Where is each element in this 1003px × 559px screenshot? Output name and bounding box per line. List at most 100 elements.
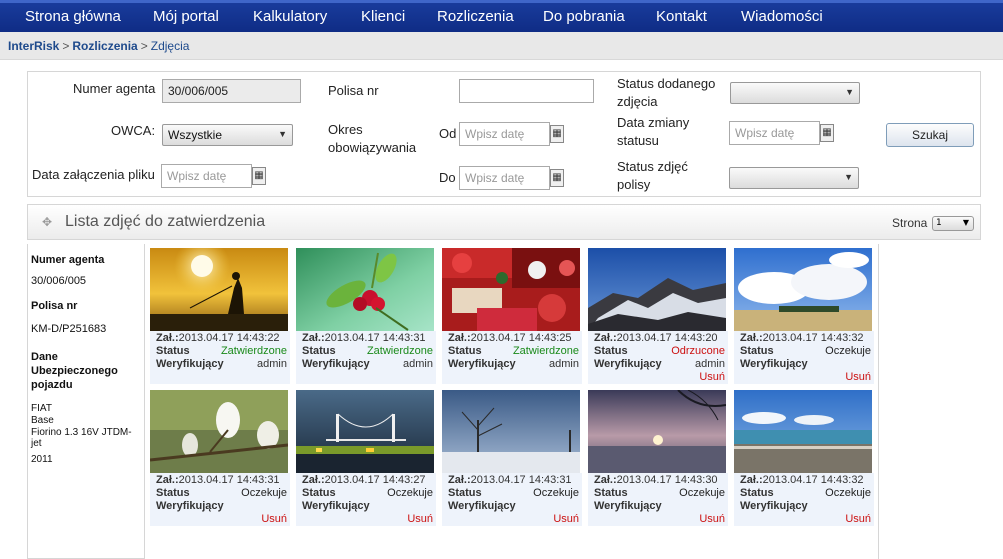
calendar-icon[interactable]: ▦ [252,167,266,185]
verifier-value: admin [549,358,579,370]
delete-link[interactable]: Usuń [699,371,725,384]
policy-photos-status-label: Status zdjęć polisy [617,159,688,192]
delete-link[interactable]: Usuń [407,513,433,526]
status-row: Status Oczekuje [594,487,728,500]
photo-meta: Zał.:2013.04.17 14:43:22 Status Zatwierdzo… [150,331,290,384]
breadcrumb-current: Zdjęcia [150,39,190,53]
photo-card[interactable]: Zał.:2013.04.17 14:43:20 Status Odrzucone W… [588,248,728,384]
nav-item-my-portal[interactable]: Mój portal [153,8,219,25]
verifier-label: Weryfikujący [740,358,808,370]
delete-link[interactable]: Usuń [261,513,287,526]
calendar-icon[interactable]: ▦ [550,125,564,143]
list-title: Lista zdjęć do zatwierdzenia [65,213,266,230]
status-row: Status Oczekuje [740,345,874,358]
delete-link[interactable]: Usuń [845,371,871,384]
delete-link[interactable]: Usuń [553,513,579,526]
list-bullet-icon: ✥ [42,215,53,229]
status-label: Status [302,487,336,499]
status-label: Status [740,487,774,499]
date-from-label: Od [439,126,457,141]
photo-thumbnail[interactable] [296,390,434,473]
vehicle-line: FIAT [31,403,52,414]
status-change-date-input[interactable]: Wpisz datę [729,121,820,145]
photo-thumbnail[interactable] [296,248,434,331]
photo-image [442,248,580,331]
verifier-label: Weryfikujący [302,358,370,370]
photo-card[interactable]: Zał.:2013.04.17 14:43:31 Status Oczekuje We… [150,390,290,526]
nav-item-messages[interactable]: Wiadomości [741,8,823,25]
list-header: ✥ Lista zdjęć do zatwierdzenia Strona 1 … [27,204,981,240]
status-row: Status Oczekuje [156,487,290,500]
added-label: Zał.: [594,332,617,344]
nav-item-calculators[interactable]: Kalkulatory [253,8,327,25]
added-label: Zał.: [156,474,179,486]
photo-card[interactable]: Zał.:2013.04.17 14:43:31 Status Zatwierdzo… [296,248,436,384]
verifier-label: Weryfikujący [740,500,808,512]
side-vehicle-label: Dane Ubezpieczonego pojazdu [31,351,118,391]
photo-image [150,248,288,331]
photo-card[interactable]: Zał.:2013.04.17 14:43:30 Status Oczekuje We… [588,390,728,526]
added-date: 2013.04.17 14:43:25 [470,332,572,344]
photo-thumbnail[interactable] [150,248,288,331]
calendar-icon[interactable]: ▦ [550,169,564,187]
verifier-row: Weryfikujący [740,500,874,513]
status-row: Status Oczekuje [448,487,582,500]
added-photo-status-select[interactable]: ▼ [730,82,860,104]
verifier-row: Weryfikujący [594,500,728,513]
filter-panel: Numer agenta 30/006/005 Polisa nr Status… [27,71,981,197]
delete-link[interactable]: Usuń [699,513,725,526]
date-from-input[interactable]: Wpisz datę [459,122,550,146]
policy-photos-status-select[interactable]: ▼ [729,167,859,189]
nav-item-contact[interactable]: Kontakt [656,8,707,25]
photo-thumbnail[interactable] [588,248,726,331]
delete-link[interactable]: Usuń [845,513,871,526]
photo-card[interactable]: Zał.:2013.04.17 14:43:27 Status Oczekuje We… [296,390,436,526]
nav-item-home[interactable]: Strona główna [25,8,121,25]
photo-card[interactable]: Zał.:2013.04.17 14:43:25 Status Zatwierdzo… [442,248,582,384]
photo-thumbnail[interactable] [588,390,726,473]
photo-card[interactable]: Zał.:2013.04.17 14:43:32 Status Oczekuje We… [734,248,874,384]
nav-item-settlements[interactable]: Rozliczenia [437,8,514,25]
nav-item-downloads[interactable]: Do pobrania [543,8,625,25]
photo-meta: Zał.:2013.04.17 14:43:30 Status Oczekuje We… [588,473,728,526]
page-select[interactable]: 1 ▼ [932,216,974,231]
photo-thumbnail[interactable] [442,248,580,331]
breadcrumb-section-link[interactable]: Rozliczenia [72,39,137,53]
photo-image [588,248,726,331]
photo-thumbnail[interactable] [734,390,872,473]
date-to-label: Do [439,170,456,185]
policy-number-field[interactable] [459,79,594,103]
added-date: 2013.04.17 14:43:31 [324,332,426,344]
photo-thumbnail[interactable] [442,390,580,473]
added-row: Zał.:2013.04.17 14:43:22 [156,332,290,345]
calendar-icon[interactable]: ▦ [820,124,834,142]
breadcrumb-separator: > [62,39,70,53]
agent-number-field[interactable]: 30/006/005 [162,79,301,103]
verifier-label: Weryfikujący [156,500,224,512]
status-badge: Oczekuje [679,487,725,499]
verifier-label: Weryfikujący [448,500,516,512]
added-row: Zał.:2013.04.17 14:43:32 [740,474,874,487]
status-label: Status [448,487,482,499]
nav-item-clients[interactable]: Klienci [361,8,405,25]
status-badge: Oczekuje [241,487,287,499]
photo-card[interactable]: Zał.:2013.04.17 14:43:22 Status Zatwierdzo… [150,248,290,384]
chevron-down-icon: ▼ [962,218,969,227]
added-label: Zał.: [448,474,471,486]
search-button[interactable]: Szukaj [886,123,974,147]
photo-meta: Zał.:2013.04.17 14:43:20 Status Odrzucone W… [588,331,728,384]
owca-select[interactable]: Wszystkie ▼ [162,124,293,146]
date-to-input[interactable]: Wpisz datę [459,166,550,190]
side-policy-label: Polisa nr [31,300,78,312]
status-badge: Zatwierdzone [220,345,287,357]
verifier-value: admin [257,358,287,370]
status-row: Status Zatwierdzone [448,345,582,358]
photo-card[interactable]: Zał.:2013.04.17 14:43:31 Status Oczekuje We… [442,390,582,526]
photo-thumbnail[interactable] [150,390,288,473]
photo-image [442,390,580,473]
attachment-date-input[interactable]: Wpisz datę [161,164,252,188]
photo-card[interactable]: Zał.:2013.04.17 14:43:32 Status Oczekuje We… [734,390,874,526]
photo-thumbnail[interactable] [734,248,872,331]
chevron-down-icon: ▼ [845,87,854,97]
breadcrumb-root-link[interactable]: InterRisk [8,39,59,53]
